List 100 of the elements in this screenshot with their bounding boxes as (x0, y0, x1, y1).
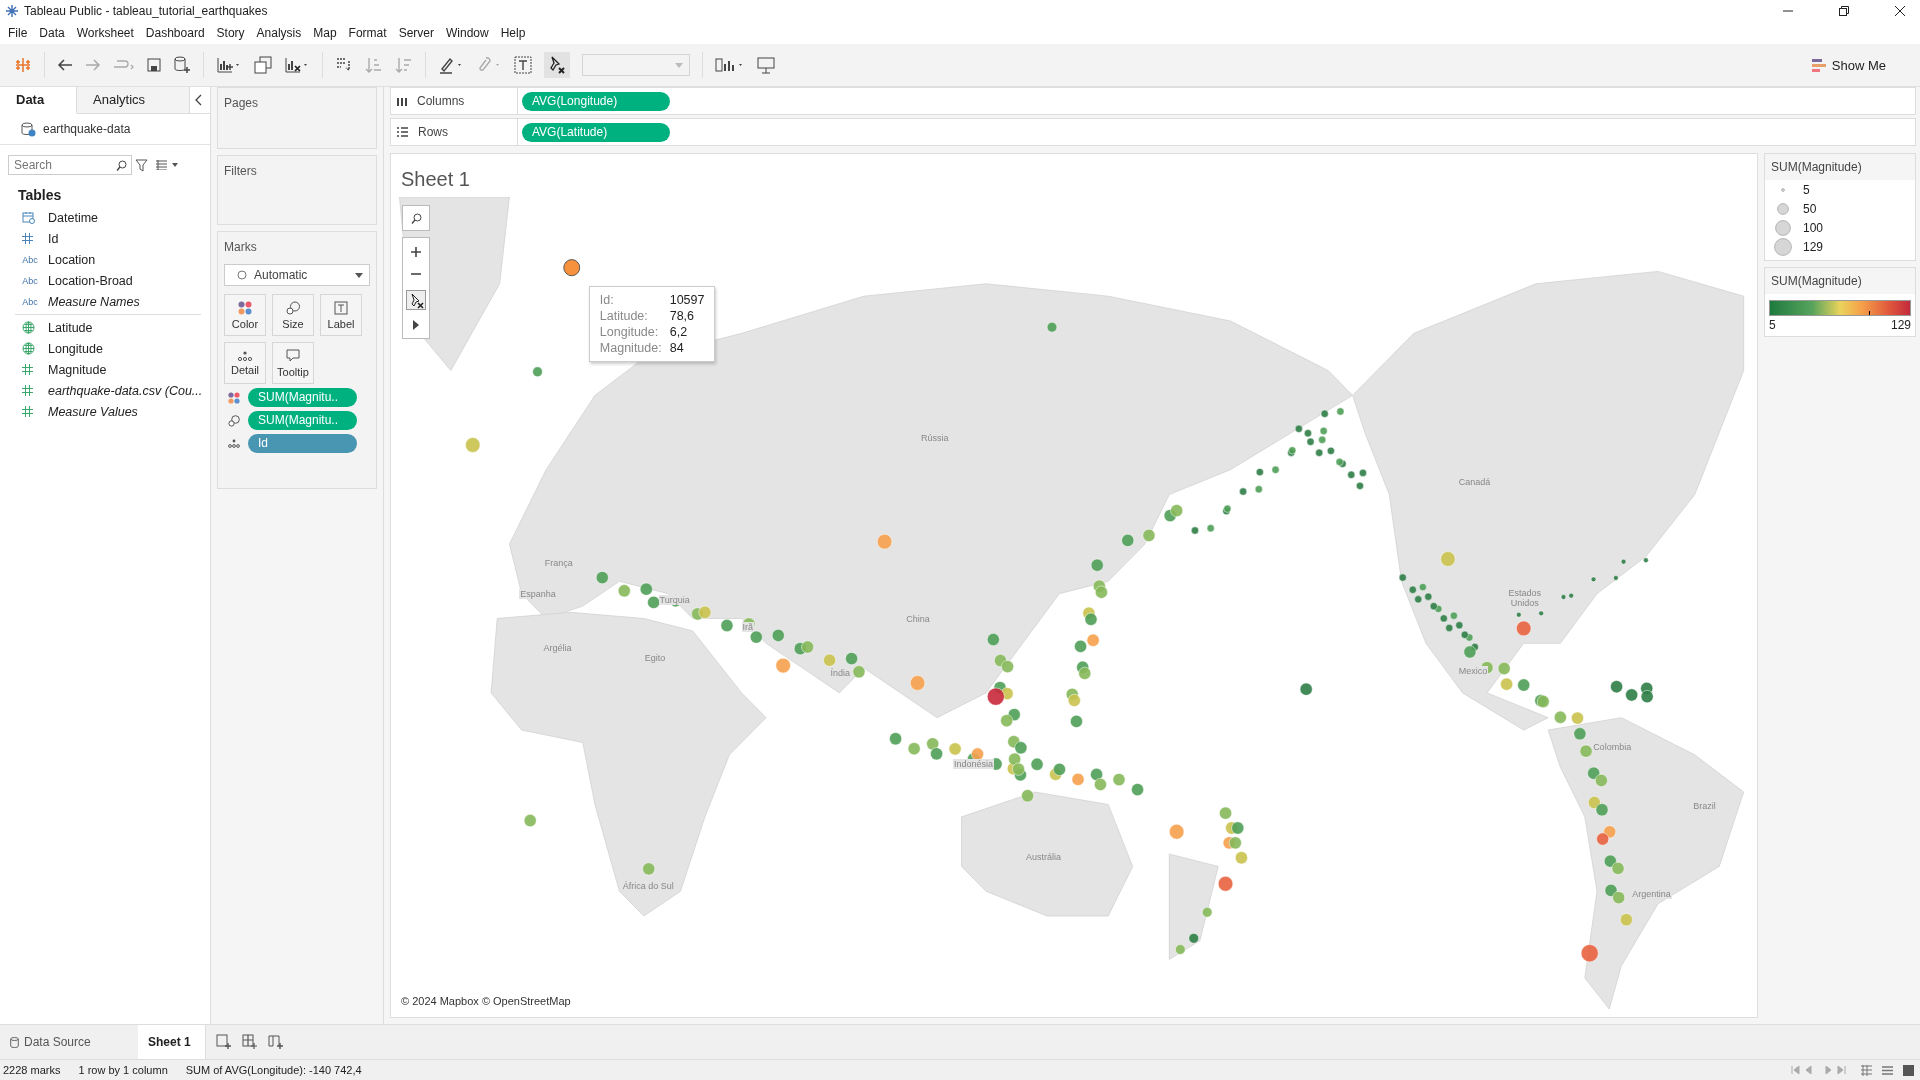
menu-item[interactable]: Help (496, 26, 534, 40)
circle-icon (237, 270, 247, 280)
save-icon[interactable] (147, 58, 161, 72)
paperclip-icon[interactable] (476, 56, 502, 74)
country-label: França (543, 557, 574, 568)
sheet-tab[interactable]: Data Source (0, 1025, 128, 1059)
size-circle-icon (1777, 202, 1789, 215)
size-circle-icon (1775, 219, 1791, 236)
field-item[interactable]: Abc Location-Broad (0, 270, 210, 291)
field-item[interactable]: earthquake-data.csv (Cou... (0, 380, 210, 401)
field-item[interactable]: Abc Location (0, 249, 210, 270)
new-story-icon[interactable] (267, 1034, 284, 1050)
field-item[interactable]: Measure Values (0, 401, 210, 422)
status-text: SUM of AVG(Longitude): -140 742,4 (185, 1064, 362, 1076)
country-label: Turquia (658, 594, 691, 605)
view-options-icon[interactable] (156, 160, 178, 170)
list-view-icon[interactable] (1882, 1064, 1893, 1076)
menu-item[interactable]: File (4, 26, 36, 40)
new-dashboard-icon[interactable] (241, 1034, 258, 1050)
single-view-icon[interactable] (1903, 1064, 1914, 1076)
menu-item[interactable]: Analysis (252, 26, 310, 40)
tooltip-label: Longitude: (599, 325, 660, 340)
clear-sheet-icon[interactable] (284, 56, 310, 74)
marks-property-button[interactable]: Color (224, 294, 266, 336)
country-label: Índia (829, 668, 852, 679)
presentation-icon[interactable] (757, 56, 775, 74)
country-label: Argentina (1631, 888, 1672, 899)
bubbles-icon (286, 300, 300, 315)
field-item[interactable]: Id (0, 228, 210, 249)
show-me-button[interactable]: Show Me (1803, 53, 1894, 77)
new-data-source-icon[interactable] (173, 56, 191, 74)
country-label: Argélia (542, 643, 573, 654)
sheet-tab[interactable]: Sheet 1 (138, 1025, 206, 1059)
detail-dots-icon (238, 350, 252, 361)
menu-item[interactable]: Worksheet (72, 26, 142, 40)
new-worksheet-icon[interactable] (215, 1034, 232, 1050)
legend-value: 129 (1803, 239, 1824, 254)
pane-tab[interactable]: Data (0, 87, 77, 114)
country-label: Mexico (1457, 665, 1489, 676)
expand-toolbar-icon[interactable] (412, 320, 420, 330)
legend-value: 50 (1803, 201, 1817, 216)
zoom-in-icon[interactable] (410, 246, 422, 258)
unpin-map-icon[interactable] (406, 290, 426, 310)
marks-property-button[interactable]: Tooltip (272, 342, 314, 384)
data-source-name[interactable]: earthquake-data (43, 122, 131, 136)
close-icon[interactable] (1894, 5, 1906, 17)
back-arrow-icon[interactable] (57, 58, 73, 72)
field-name: earthquake-data.csv (Cou... (48, 383, 203, 398)
restore-icon[interactable] (1838, 5, 1850, 17)
country-label: Austrália (1025, 851, 1063, 862)
filter-icon[interactable] (135, 158, 148, 172)
new-worksheet-icon[interactable] (216, 56, 242, 74)
calendar-icon (22, 211, 38, 224)
menu-item[interactable]: Window (441, 26, 497, 40)
string-type-icon: Abc (22, 296, 38, 307)
search-icon (410, 212, 422, 224)
country-label: Indonésia (953, 758, 995, 769)
collapse-icon[interactable] (194, 94, 202, 106)
mark-type-dropdown[interactable]: Automatic (224, 264, 370, 286)
field-item[interactable]: Longitude (0, 338, 210, 359)
menu-item[interactable]: Format (344, 26, 395, 40)
marks-property-button[interactable]: Label (320, 294, 362, 336)
map-search-button[interactable] (402, 205, 430, 231)
marks-property-button[interactable]: Detail (224, 342, 266, 384)
field-name: Longitude (48, 341, 103, 356)
field-name: Measure Names (48, 294, 140, 309)
search-field[interactable]: Search (8, 155, 132, 175)
highlight-icon[interactable] (438, 56, 464, 74)
menu-item[interactable]: Dashboard (141, 26, 213, 40)
field-name: Id (48, 231, 59, 246)
field-item[interactable]: Datetime (0, 207, 210, 228)
legend-max: 129 (1890, 318, 1911, 332)
shelf-label: Rows (418, 125, 448, 139)
tooltip-value: 84 (669, 341, 685, 356)
duplicate-sheet-icon[interactable] (254, 56, 272, 74)
menu-item[interactable]: Server (394, 26, 442, 40)
menu-item[interactable]: Data (35, 26, 73, 40)
field-item[interactable]: Latitude (0, 317, 210, 338)
field-item[interactable]: Abc Measure Names (0, 291, 210, 312)
menu-item[interactable]: Story (212, 26, 253, 40)
show-cards-icon[interactable] (715, 56, 745, 74)
legend-title: SUM(Magnitude) (1765, 268, 1915, 294)
tables-heading: Tables (17, 186, 63, 205)
bubbles-icon (228, 414, 242, 427)
field-item[interactable]: Magnitude (0, 359, 210, 380)
swap-icon[interactable] (335, 56, 353, 74)
country-label: China (905, 613, 931, 624)
legend-value: 5 (1803, 182, 1810, 197)
map-attribution[interactable]: © 2024 Mapbox © OpenStreetMap (401, 995, 571, 1007)
marks-property-button[interactable]: Size (272, 294, 314, 336)
country-label: Espanha (519, 588, 557, 599)
menu-item[interactable]: Map (309, 26, 345, 40)
grid-view-icon[interactable] (1861, 1064, 1872, 1076)
clear-pins-icon[interactable] (544, 52, 570, 78)
country-label: Colombia (1592, 742, 1633, 753)
string-type-icon: Abc (22, 254, 38, 265)
show-labels-icon[interactable] (514, 56, 532, 74)
tooltip-label: Magnitude: (599, 341, 662, 356)
field-name: Location (48, 252, 96, 267)
pane-tab[interactable]: Analytics (77, 87, 190, 113)
